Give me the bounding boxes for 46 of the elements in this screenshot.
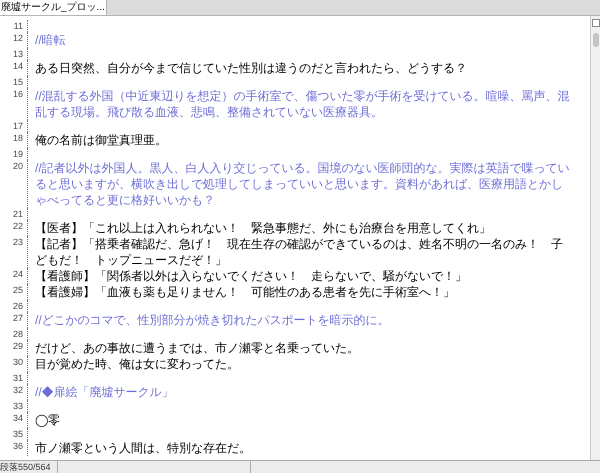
- line-number: 31: [12, 373, 23, 383]
- line-number: 20: [12, 161, 23, 171]
- line-number: 14: [12, 61, 23, 71]
- line-number: 35: [12, 429, 23, 439]
- line-number: 34: [12, 413, 23, 423]
- line-number: 29: [12, 341, 23, 351]
- scrollbar[interactable]: [590, 16, 600, 460]
- line-number: 33: [12, 401, 23, 411]
- comment-line: //混乱する外国（中近東辺りを想定）の手術室で、傷ついた零が手術を受けている。喧噪、罵声、混乱する現場。飛び散る血液、悲鳴、整備されていない医療器具。: [34, 88, 571, 120]
- line-number: 24: [12, 269, 23, 279]
- line-number: 18: [12, 133, 23, 143]
- line-number: 36: [12, 441, 23, 451]
- line-number: 12: [12, 33, 23, 43]
- text-line: 市ノ瀬零という人間は、特別な存在だ。: [34, 440, 252, 456]
- comment-line: //どこかのコマで、性別部分が焼き切れたパスポートを暗示的に。: [34, 312, 391, 328]
- text-line: ◯零: [34, 412, 61, 428]
- split-icon[interactable]: [592, 19, 600, 27]
- status-text: 段落550/564: [0, 462, 51, 472]
- text-line: 目が覚めた時、俺は女に変わってた。: [34, 356, 240, 372]
- text-line: 【看護婦】「血液も薬も足りません！ 可能性のある患者を先に手術室へ！」: [34, 284, 456, 300]
- comment-line: //◆扉絵「廃墟サークル」: [34, 384, 175, 400]
- line-number: 21: [12, 209, 23, 219]
- line-number: 30: [12, 357, 23, 367]
- comment-line: //暗転: [34, 32, 67, 48]
- line-number: 13: [12, 49, 23, 59]
- text-line: 【看護師】「関係者以外は入らないでください！ 走らないで、騒がないで！」: [34, 268, 468, 284]
- line-number: 15: [12, 77, 23, 87]
- text-line: 俺の名前は御堂真理亜。: [34, 132, 168, 148]
- line-number: 17: [12, 121, 23, 131]
- line-number: 25: [12, 285, 23, 295]
- line-number: 23: [12, 237, 23, 247]
- line-number: 28: [12, 329, 23, 339]
- comment-line: //記者以外は外国人。黒人、白人入り交じっている。国境のない医師団的な。実際は英語で喋っていると思いますが、横吹き出しで処理してしまっていいと思います。資料があれば、医療用語とかしゃべってると更に格好いいかも？: [34, 160, 571, 208]
- line-number: 16: [12, 89, 23, 99]
- line-number: 11: [14, 21, 23, 31]
- text-line: ある日突然、自分が今まで信じていた性別は違うのだと言われたら、どうする？: [34, 60, 468, 76]
- text-line: 【医者】「これ以上は入れられない！ 緊急事態だ、外にも治療台を用意してくれ」: [34, 220, 492, 236]
- document-tab[interactable]: 廃墟サークル_プロッ...: [0, 0, 107, 15]
- line-number: 32: [12, 385, 23, 395]
- text-line: だけど、あの事故に遭うまでは、市ノ瀬零と名乗っていた。: [34, 340, 360, 356]
- line-number: 19: [12, 149, 23, 159]
- text-line: 【記者】「搭乗者確認だ、急げ！ 現在生存の確認ができているのは、姓名不明の一名のみ！ 子どもだ！ トップニュースだぞ！」: [34, 236, 564, 268]
- scroll-thumb[interactable]: [592, 33, 598, 47]
- line-number: 22: [12, 221, 23, 231]
- line-number: 26: [12, 301, 23, 311]
- line-number: 27: [12, 313, 23, 323]
